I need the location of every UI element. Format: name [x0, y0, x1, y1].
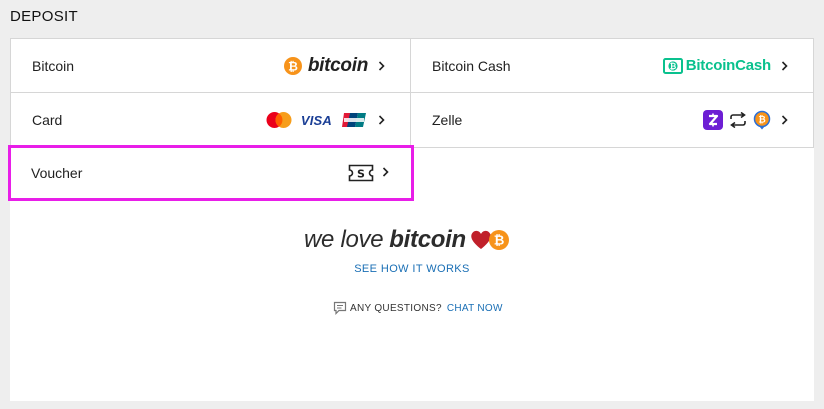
we-love-bitcoin-banner: we love bitcoin ₿ [304, 224, 534, 256]
method-label: Bitcoin [32, 57, 75, 74]
bitcoin-logo: ₿ bitcoin [283, 54, 368, 77]
method-zelle[interactable]: Zelle ₿ [411, 93, 814, 148]
bitcoin-cash-wordmark: BitcoinCash [685, 57, 772, 74]
method-bitcoin-cash[interactable]: Bitcoin Cash ₿ BitcoinCash [411, 39, 814, 93]
exchange-icon [730, 112, 746, 128]
voucher-icon: S [348, 164, 374, 182]
chevron-right-icon [376, 114, 386, 126]
bitcoin-cash-logo: ₿ BitcoinCash [662, 57, 772, 74]
svg-text:S: S [357, 168, 365, 181]
bitcoin-text: bitcoin [389, 226, 466, 253]
chat-now-link[interactable]: CHAT NOW [447, 303, 503, 314]
method-label: Bitcoin Cash [432, 57, 511, 74]
questions-row: ANY QUESTIONS? CHAT NOW [333, 301, 503, 315]
zelle-logos: ₿ [703, 110, 771, 130]
bitcoin-wordmark: bitcoin [307, 54, 368, 76]
zelle-icon [703, 110, 723, 130]
chevron-right-icon [382, 164, 389, 182]
bitcoin-icon: ₿ [283, 56, 302, 75]
any-questions-text: ANY QUESTIONS? [350, 302, 442, 314]
method-voucher[interactable]: Voucher S [8, 145, 414, 201]
mastercard-icon [266, 112, 292, 128]
svg-text:₿: ₿ [758, 115, 765, 126]
method-label: Zelle [432, 112, 463, 128]
card-logos: VISA [265, 111, 368, 129]
unionpay-icon [342, 113, 366, 127]
page-title: DEPOSIT [10, 8, 78, 25]
method-label: Card [32, 112, 63, 128]
method-label: Voucher [31, 165, 83, 181]
svg-text:₿: ₿ [494, 234, 505, 249]
voucher-logo: S [348, 164, 374, 182]
see-how-it-works-link[interactable]: SEE HOW IT WORKS [10, 263, 814, 275]
bitcoin-coin-icon: ₿ [753, 110, 771, 130]
chevron-right-icon [779, 60, 789, 72]
heart-bitcoin-icon: ₿ [470, 228, 510, 252]
svg-text:₿: ₿ [669, 62, 676, 71]
payment-methods-grid: Bitcoin ₿ bitcoin Bitcoin Cash ₿ Bitcoin… [10, 38, 814, 148]
svg-text:₿: ₿ [288, 59, 298, 73]
visa-icon: VISA [300, 112, 332, 128]
chevron-right-icon [376, 60, 386, 72]
method-bitcoin[interactable]: Bitcoin ₿ bitcoin [10, 39, 411, 93]
bitcoin-cash-icon: ₿ [662, 57, 683, 74]
method-card[interactable]: Card VISA [10, 93, 411, 148]
we-love-text: we love [304, 226, 384, 253]
chevron-right-icon [779, 114, 789, 126]
deposit-panel: Bitcoin ₿ bitcoin Bitcoin Cash ₿ Bitcoin… [8, 38, 814, 401]
chat-bubble-icon [333, 301, 347, 315]
